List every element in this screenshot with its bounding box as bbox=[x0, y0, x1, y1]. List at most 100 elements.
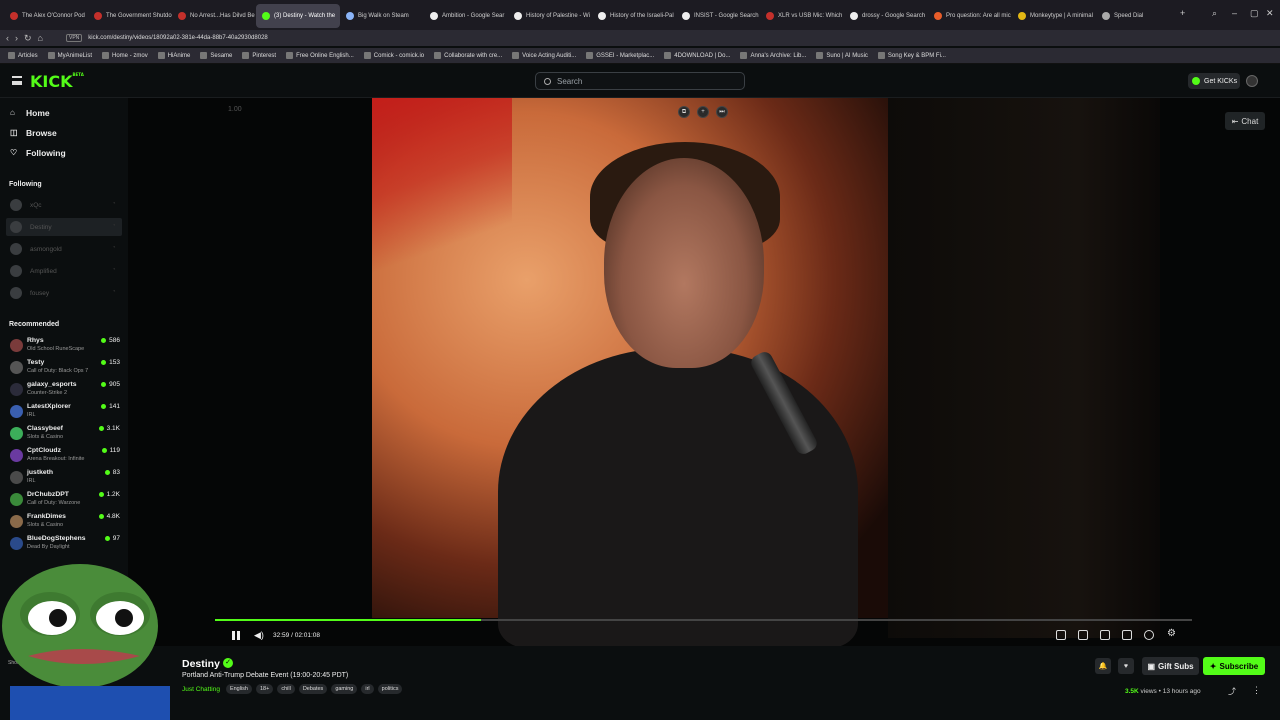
stream-tag[interactable]: Debates bbox=[298, 684, 328, 694]
bookmark-item[interactable]: Song Key & BPM Fi... bbox=[877, 52, 946, 59]
miniplayer-icon[interactable] bbox=[1078, 630, 1088, 640]
following-item[interactable]: Amplified ◔ bbox=[10, 262, 122, 280]
bookmark-item[interactable]: Pinterest bbox=[242, 52, 276, 59]
bookmark-item[interactable]: Anna's Archive: Lib... bbox=[740, 52, 806, 59]
following-item[interactable]: Destiny ◔ bbox=[6, 218, 122, 236]
recommended-channel[interactable]: Rhys Old School RuneScape 586 bbox=[8, 336, 122, 358]
channel-avatar bbox=[10, 265, 22, 277]
get-kicks-button[interactable]: Get KICKs bbox=[1188, 73, 1240, 89]
browser-tab[interactable]: The Alex O'Connor Pod bbox=[4, 4, 88, 28]
theater-mode-icon[interactable] bbox=[1100, 630, 1110, 640]
browser-tab[interactable]: Speed Dial bbox=[1096, 4, 1180, 28]
clip-icon[interactable]: ⧉ bbox=[678, 106, 690, 118]
browser-tab[interactable]: History of Palestine - Wi bbox=[508, 4, 592, 28]
stream-tag[interactable]: irl bbox=[361, 684, 374, 694]
following-item[interactable]: xQc ◔ bbox=[10, 196, 122, 214]
vpn-badge[interactable]: VPN bbox=[66, 34, 83, 42]
channel-avatar bbox=[10, 361, 23, 374]
bookmark-item[interactable]: Sesame bbox=[200, 52, 232, 59]
follow-heart-button[interactable]: ♥ bbox=[1118, 658, 1134, 674]
tab-label: Ambition - Google Sear bbox=[442, 13, 505, 19]
bookmark-item[interactable]: Comick - comick.io bbox=[363, 52, 424, 59]
recommended-channel[interactable]: FrankDimes Slots & Casino 4.8K bbox=[8, 512, 122, 534]
chat-button[interactable]: ⇤ Chat bbox=[1225, 112, 1265, 130]
browser-tab[interactable]: drossy - Google Search bbox=[844, 4, 928, 28]
recommended-channel[interactable]: CptCloudz Arena Breakout: Infinite 119 bbox=[8, 446, 122, 468]
hamburger-menu-icon[interactable] bbox=[12, 76, 22, 85]
stream-tag[interactable]: gaming bbox=[331, 684, 358, 694]
browser-tab[interactable]: Ambition - Google Sear bbox=[424, 4, 508, 28]
kick-logo[interactable]: KICKBETA bbox=[30, 72, 84, 91]
url-field[interactable]: VPN kick.com/destiny/videos/18092a02-381… bbox=[66, 32, 1066, 44]
search-input[interactable]: Search bbox=[535, 72, 745, 90]
bookmark-item[interactable]: Suno | AI Music bbox=[816, 52, 868, 59]
browser-tab[interactable]: Pro question: Are all mic bbox=[928, 4, 1012, 28]
browser-tab[interactable]: No Arrest...Has Dilvd Be bbox=[172, 4, 256, 28]
bookmark-item[interactable]: 4DOWNLOAD | Do... bbox=[664, 52, 730, 59]
recommended-channel[interactable]: Classybeef Slots & Casino 3.1K bbox=[8, 424, 122, 446]
recommended-channel[interactable]: LatestXplorer IRL 141 bbox=[8, 402, 122, 424]
following-item[interactable]: asmongold ◔ bbox=[10, 240, 122, 258]
bookmark-item[interactable]: Voice Acting Auditi... bbox=[512, 52, 576, 59]
bookmark-icon bbox=[102, 52, 110, 59]
stream-tag[interactable]: chill bbox=[277, 684, 295, 694]
bookmark-item[interactable]: Articles bbox=[8, 52, 38, 59]
home-icon[interactable]: ⌂ bbox=[38, 33, 43, 43]
speed-icon[interactable] bbox=[1144, 630, 1154, 640]
search-icon[interactable]: ⌕ bbox=[1212, 8, 1217, 19]
bookmark-item[interactable]: Home - zmov bbox=[102, 52, 148, 59]
share-icon[interactable]: ⤴ bbox=[1228, 686, 1236, 697]
progress-bar[interactable] bbox=[215, 619, 1192, 621]
sidebar-nav-browse[interactable]: ◫ Browse bbox=[10, 128, 57, 138]
stream-tag[interactable]: 18+ bbox=[255, 684, 274, 694]
recommended-channel[interactable]: Testy Call of Duty: Black Ops 7 153 bbox=[8, 358, 122, 380]
logo-beta: BETA bbox=[72, 72, 84, 77]
add-icon[interactable]: + bbox=[697, 106, 709, 118]
recommended-channel[interactable]: justketh IRL 83 bbox=[8, 468, 122, 490]
reload-icon[interactable]: ↻ bbox=[24, 33, 32, 44]
notifications-bell-button[interactable]: 🔔 bbox=[1095, 658, 1111, 674]
bookmark-item[interactable]: HiAnime bbox=[157, 52, 190, 59]
channel-name[interactable]: Destiny bbox=[182, 658, 220, 670]
following-item[interactable]: fousey ◔ bbox=[10, 284, 122, 302]
category-link[interactable]: Just Chatting bbox=[182, 686, 220, 693]
maximize-icon[interactable]: ▢ bbox=[1250, 8, 1259, 19]
more-options-icon[interactable]: ⋮ bbox=[1252, 685, 1261, 696]
recommended-channel[interactable]: BlueDogStephens Dead By Daylight 97 bbox=[8, 534, 122, 556]
gift-subs-button[interactable]: ▣ Gift Subs bbox=[1142, 657, 1199, 675]
browser-tab[interactable]: Big Walk on Steam bbox=[340, 4, 424, 28]
minimize-icon[interactable]: – bbox=[1232, 8, 1237, 18]
forward-icon[interactable]: › bbox=[15, 33, 18, 43]
browser-tab[interactable]: (3) Destiny - Watch the bbox=[256, 4, 340, 28]
recommended-channel[interactable]: galaxy_esports Counter-Strike 2 905 bbox=[8, 380, 122, 402]
channel-name: justketh bbox=[27, 469, 54, 476]
bookmark-item[interactable]: GSSEI - Marketplac... bbox=[586, 52, 654, 59]
browser-tab[interactable]: XLR vs USB Mic: Which S bbox=[760, 4, 844, 28]
clip-icon[interactable] bbox=[1056, 630, 1066, 640]
browser-tab[interactable]: INSIST - Google Search bbox=[676, 4, 760, 28]
video-player[interactable]: 1.00 ⧉ + ⏭ ⇤ Chat bbox=[128, 98, 1280, 646]
bookmark-item[interactable]: MyAnimeList bbox=[47, 52, 92, 59]
close-icon[interactable]: ✕ bbox=[1266, 8, 1274, 19]
settings-gear-icon[interactable]: ⚙ bbox=[1167, 628, 1176, 639]
video-person-body bbox=[498, 348, 858, 646]
sidebar-nav-home[interactable]: ⌂ Home bbox=[10, 108, 50, 118]
pause-icon[interactable] bbox=[232, 631, 240, 640]
stream-tag[interactable]: politics bbox=[377, 684, 403, 694]
browser-tab[interactable]: The Government Shutdo bbox=[88, 4, 172, 28]
volume-icon[interactable]: ◀) bbox=[254, 630, 264, 641]
view-count: 3.5K views • 13 hours ago bbox=[1125, 688, 1201, 695]
new-tab-icon[interactable]: + bbox=[1180, 8, 1185, 18]
skip-icon[interactable]: ⏭ bbox=[716, 106, 728, 118]
recommended-channel[interactable]: DrChubzDPT Call of Duty: Warzone 1.2K bbox=[8, 490, 122, 512]
browser-tab[interactable]: Monkeytype | A minimal bbox=[1012, 4, 1096, 28]
back-icon[interactable]: ‹ bbox=[6, 33, 9, 43]
bookmark-item[interactable]: Free Online English... bbox=[286, 52, 354, 59]
subscribe-button[interactable]: ✦ Subscribe bbox=[1203, 657, 1265, 675]
stream-tag[interactable]: English bbox=[225, 684, 252, 694]
browser-tab[interactable]: History of the Israeli-Pal bbox=[592, 4, 676, 28]
user-avatar[interactable] bbox=[1246, 75, 1258, 87]
bookmark-item[interactable]: Collaborate with cre... bbox=[434, 52, 502, 59]
fullscreen-icon[interactable] bbox=[1122, 630, 1132, 640]
sidebar-nav-following[interactable]: ♡ Following bbox=[10, 148, 66, 158]
